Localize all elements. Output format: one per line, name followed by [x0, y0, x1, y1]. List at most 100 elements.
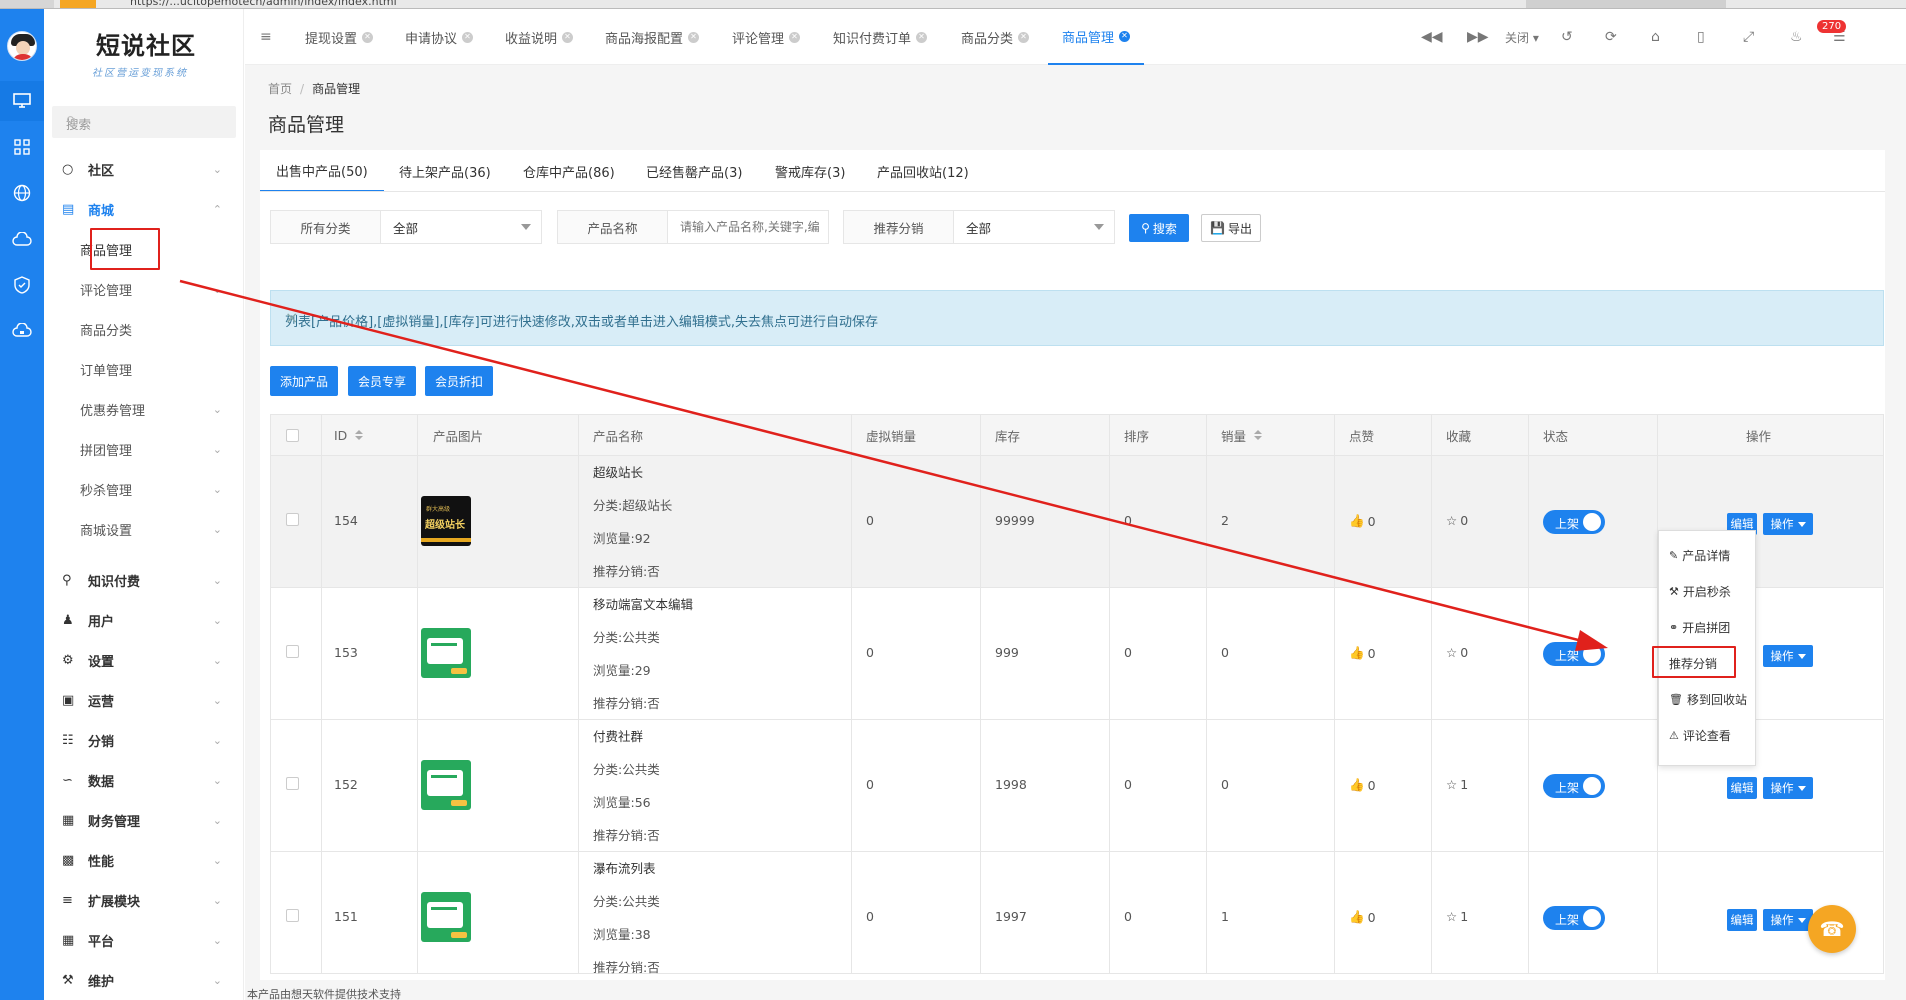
distribution-filter[interactable]: 推荐分销 全部 [843, 210, 1115, 244]
menu-item-flash-sale[interactable]: ⚒ 开启秒杀 [1659, 573, 1757, 609]
back-icon[interactable]: ↺ [1561, 29, 1573, 45]
product-thumbnail[interactable]: 群大高级 超级站长 [421, 496, 471, 546]
search-button[interactable]: ⚲ 搜索 [1129, 214, 1189, 242]
monitor-icon[interactable] [0, 81, 44, 121]
row-checkbox[interactable] [286, 645, 299, 658]
tab-apply-agreement[interactable]: 申请协议 ✕ [405, 9, 474, 65]
breadcrumb-home[interactable]: 首页 [268, 82, 292, 96]
scroll-right-icon[interactable]: ▶▶ [1467, 29, 1489, 45]
sidebar-subitem-group-manage[interactable]: 拼团管理 ⌄ [80, 432, 236, 466]
sort-cell[interactable]: 0 [1124, 777, 1132, 792]
tab-sold-out[interactable]: 已经售罄产品(3) [646, 150, 742, 192]
scroll-left-icon[interactable]: ◀◀ [1421, 29, 1443, 45]
status-toggle[interactable]: 上架 [1543, 774, 1605, 798]
operation-dropdown-button[interactable]: 操作 [1763, 909, 1813, 931]
sort-cell[interactable]: 0 [1124, 645, 1132, 660]
bell-icon[interactable]: ♨ [1790, 29, 1803, 45]
sidebar-item-settings[interactable]: ⚙ 设置 ⌄ [52, 643, 236, 677]
sidebar-subitem-product-category[interactable]: 商品分类 [80, 312, 236, 346]
sidebar-item-finance[interactable]: ▦ 财务管理 ⌄ [52, 803, 236, 837]
tab-withdraw-settings[interactable]: 提现设置 ✕ [305, 9, 374, 65]
name-filter[interactable]: 产品名称 [557, 210, 829, 244]
sort-cell[interactable]: 0 [1124, 909, 1132, 924]
tab-knowledge-orders[interactable]: 知识付费订单 ✕ [833, 9, 928, 65]
edit-button[interactable]: 编辑 [1727, 909, 1757, 931]
tab-poster-config[interactable]: 商品海报配置 ✕ [605, 9, 700, 65]
menu-item-view-comments[interactable]: ⚠ 评论查看 [1659, 717, 1757, 753]
status-toggle[interactable]: 上架 [1543, 510, 1605, 534]
cloud-lock-icon[interactable] [0, 311, 44, 351]
apps-icon[interactable] [0, 127, 44, 167]
sort-icon[interactable] [355, 429, 364, 441]
fullscreen-icon[interactable]: ⤢ [1743, 29, 1754, 45]
select-all-checkbox[interactable] [286, 415, 299, 455]
close-icon[interactable]: ✕ [462, 31, 474, 43]
row-checkbox[interactable] [286, 909, 299, 922]
sidebar-subitem-comment-manage[interactable]: 评论管理 ⌄ [80, 272, 236, 306]
globe-icon[interactable] [0, 173, 44, 213]
sidebar-item-extensions[interactable]: ≡ 扩展模块 ⌄ [52, 883, 236, 917]
tab-low-stock[interactable]: 警戒库存(3) [775, 150, 845, 192]
close-icon[interactable]: ✕ [789, 31, 801, 43]
category-select[interactable]: 全部 [381, 211, 541, 243]
sidebar-subitem-coupon-manage[interactable]: 优惠券管理 ⌄ [80, 392, 236, 426]
category-filter[interactable]: 所有分类 全部 [270, 210, 542, 244]
row-checkbox[interactable] [286, 513, 299, 526]
sidebar-item-shop[interactable]: ▤ 商城 ⌃ [52, 192, 236, 226]
sidebar-search[interactable]: 搜索 ⚲ [52, 106, 236, 138]
sidebar-item-operations[interactable]: ▣ 运营 ⌄ [52, 683, 236, 717]
refresh-icon[interactable]: ⟳ [1605, 29, 1617, 45]
menu-item-move-to-recycle[interactable]: 🗑 移到回收站 [1659, 681, 1757, 717]
close-tabs-menu[interactable]: 关闭 ▾ [1505, 29, 1539, 46]
add-product-button[interactable]: 添加产品 [270, 366, 338, 396]
tab-pending[interactable]: 待上架产品(36) [399, 150, 491, 192]
sidebar-item-distribution[interactable]: ☷ 分销 ⌄ [52, 723, 236, 757]
browser-back-button[interactable] [60, 0, 96, 8]
home-icon[interactable]: ⌂ [1651, 29, 1660, 45]
vip-only-button[interactable]: 会员专享 [348, 366, 416, 396]
close-icon[interactable]: ✕ [562, 31, 574, 43]
brand-logo[interactable]: 短说社区 社区营运变现系统 [52, 16, 202, 79]
sidebar-item-community[interactable]: ○ 社区 ⌄ [52, 152, 236, 186]
status-toggle[interactable]: 上架 [1543, 906, 1605, 930]
sidebar-item-maintenance[interactable]: ⚒ 维护 ⌄ [52, 963, 236, 997]
row-checkbox[interactable] [286, 777, 299, 790]
stock-cell[interactable]: 999 [995, 645, 1019, 660]
collapse-menu-icon[interactable]: ≡ [260, 29, 272, 45]
stock-cell[interactable]: 1997 [995, 909, 1027, 924]
sidebar-item-performance[interactable]: ▩ 性能 ⌄ [52, 843, 236, 877]
export-button[interactable]: 💾 导出 [1201, 214, 1261, 242]
distribution-select[interactable]: 全部 [954, 211, 1114, 243]
stock-cell[interactable]: 1998 [995, 777, 1027, 792]
mobile-icon[interactable]: ▯ [1697, 29, 1705, 45]
tab-product-manage[interactable]: 商品管理 ✕ [1048, 9, 1145, 65]
close-icon[interactable]: ✕ [362, 31, 374, 43]
tab-warehouse[interactable]: 仓库中产品(86) [523, 150, 615, 192]
sidebar-item-knowledge[interactable]: ⚲ 知识付费 ⌄ [52, 563, 236, 597]
status-toggle[interactable]: 上架 [1543, 642, 1605, 666]
sidebar-item-users[interactable]: ♟ 用户 ⌄ [52, 603, 236, 637]
menu-item-group-buy[interactable]: ⚭ 开启拼团 [1659, 609, 1757, 645]
stock-cell[interactable]: 99999 [995, 513, 1035, 528]
product-name-input[interactable] [668, 211, 828, 243]
tab-product-category[interactable]: 商品分类 ✕ [961, 9, 1030, 65]
operation-dropdown-button[interactable]: 操作 [1763, 645, 1813, 667]
sidebar-subitem-shop-settings[interactable]: 商城设置 ⌄ [80, 512, 236, 546]
product-thumbnail[interactable] [421, 628, 471, 678]
close-icon[interactable]: ✕ [916, 31, 928, 43]
virtual-sales-cell[interactable]: 0 [866, 909, 874, 924]
edit-button[interactable]: 编辑 [1727, 777, 1757, 799]
vip-discount-button[interactable]: 会员折扣 [425, 366, 493, 396]
tab-recycle-bin[interactable]: 产品回收站(12) [877, 150, 969, 192]
browser-url[interactable]: https://...ucitopemotech/admin/index/ind… [130, 0, 397, 8]
tab-earnings-desc[interactable]: 收益说明 ✕ [505, 9, 574, 65]
sidebar-subitem-order-manage[interactable]: 订单管理 [80, 352, 236, 386]
avatar[interactable] [7, 31, 37, 61]
virtual-sales-cell[interactable]: 0 [866, 513, 874, 528]
sort-icon[interactable] [1254, 429, 1263, 441]
close-icon[interactable]: ✕ [1018, 31, 1030, 43]
close-icon[interactable]: × [285, 308, 1865, 327]
menu-item-product-detail[interactable]: ✎ 产品详情 [1659, 537, 1757, 573]
virtual-sales-cell[interactable]: 0 [866, 645, 874, 660]
product-name[interactable]: 付费社群 [593, 720, 660, 753]
